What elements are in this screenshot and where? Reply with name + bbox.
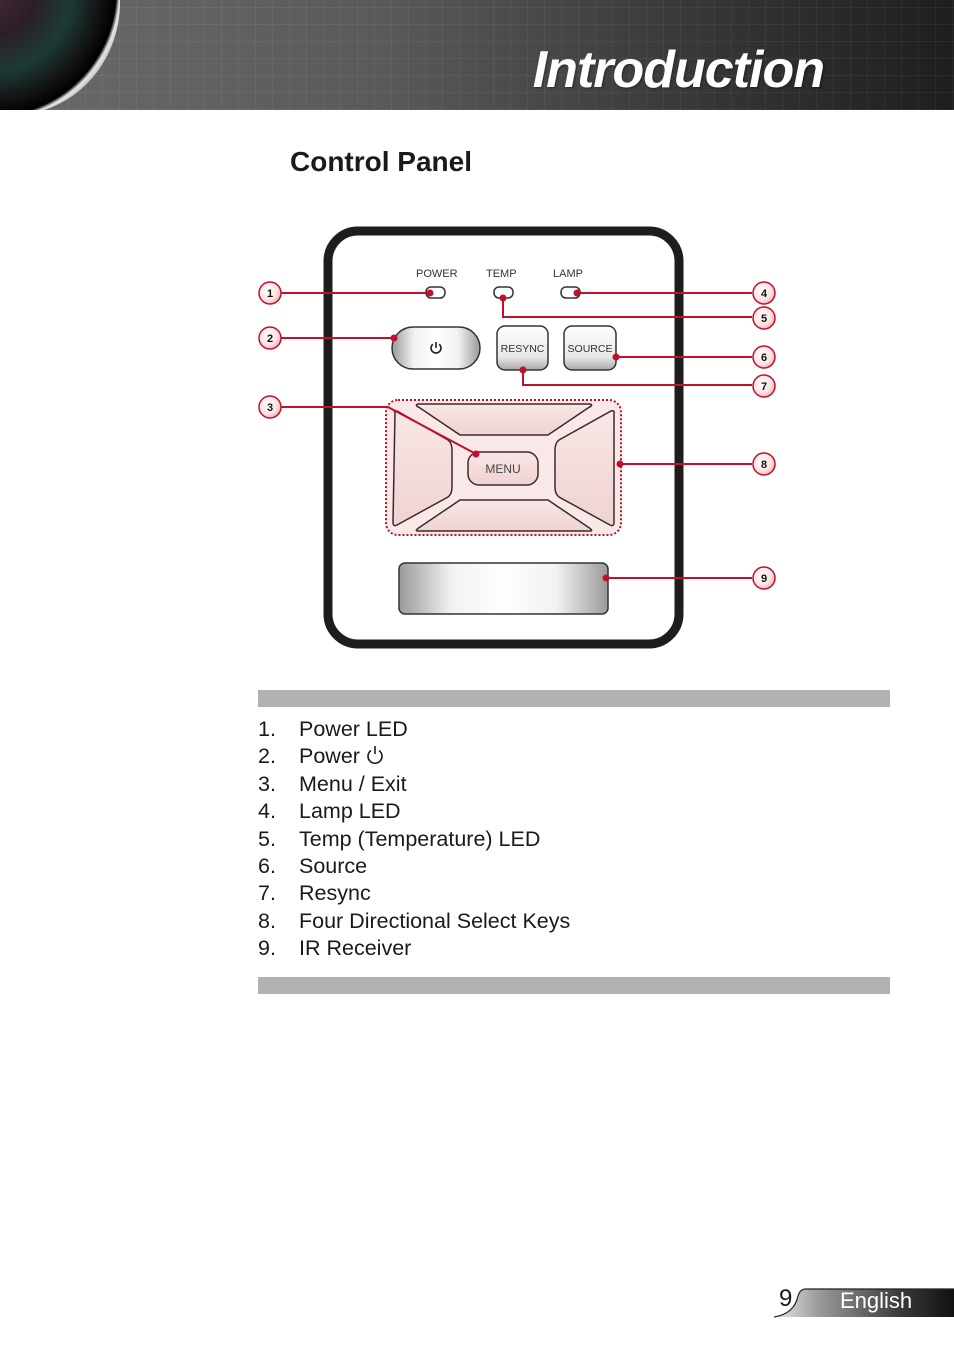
leader-dot-5	[499, 294, 507, 302]
resync-button-label: RESYNC	[501, 343, 545, 355]
legend-item: 4. Lamp LED	[258, 799, 401, 824]
language-label: English	[840, 1288, 913, 1313]
callout-3: 3	[258, 395, 282, 419]
ir-receiver	[398, 562, 609, 615]
legend-item: 8. Four Directional Select Keys	[258, 908, 571, 933]
menu-button-label: MENU	[485, 462, 520, 476]
legend-item: 7. Resync	[258, 881, 371, 906]
svg-text:9: 9	[761, 573, 767, 585]
leader-dot-4	[573, 289, 581, 297]
svg-text:3: 3	[267, 402, 273, 414]
led-label-power: POWER	[416, 268, 458, 280]
legend-item: 2. Power	[258, 743, 570, 770]
legend-item: 9. IR Receiver	[258, 936, 412, 961]
legend-item: 6. Source	[258, 853, 368, 878]
svg-text:2: 2	[267, 333, 273, 345]
svg-text:7: 7	[761, 381, 767, 393]
svg-text:4: 4	[761, 288, 768, 300]
leader-dot-1	[426, 289, 434, 297]
callout-9: 9	[752, 566, 776, 590]
control-panel-diagram: POWER TEMP LAMP RESYNC SOURCE MENU 1 2 3…	[258, 226, 776, 649]
legend-item: 1. Power LED	[258, 717, 408, 741]
callout-2: 2	[258, 326, 282, 350]
led-label-temp: TEMP	[486, 268, 517, 280]
led-label-lamp: LAMP	[553, 268, 583, 280]
leader-dot-6	[612, 353, 620, 361]
legend-top-rule	[258, 690, 890, 707]
leader-dot-3	[472, 450, 480, 458]
svg-text:1: 1	[267, 288, 273, 300]
power-icon	[367, 746, 383, 765]
callout-4: 4	[752, 281, 776, 305]
callout-8: 8	[752, 452, 776, 476]
callout-7: 7	[752, 374, 776, 398]
source-button-label: SOURCE	[568, 343, 613, 355]
page-number: 9	[779, 1285, 793, 1312]
svg-text:5: 5	[761, 313, 767, 325]
svg-text:8: 8	[761, 459, 767, 471]
leader-dot-9	[602, 574, 610, 582]
legend-bottom-rule	[258, 977, 890, 994]
callout-6: 6	[752, 345, 776, 369]
callout-5: 5	[752, 306, 776, 330]
legend-item: 3. Menu / Exit	[258, 771, 407, 796]
svg-text:6: 6	[761, 352, 767, 364]
callout-1: 1	[258, 281, 282, 305]
legend-list: 1. Power LED 2. Power 3. Menu / Exit 4. Lamp…	[258, 716, 570, 963]
leader-dot-2	[390, 334, 398, 342]
leader-dot-8	[616, 460, 624, 468]
legend-item: 5. Temp (Temperature) LED	[258, 826, 541, 851]
leader-dot-7	[519, 366, 527, 374]
